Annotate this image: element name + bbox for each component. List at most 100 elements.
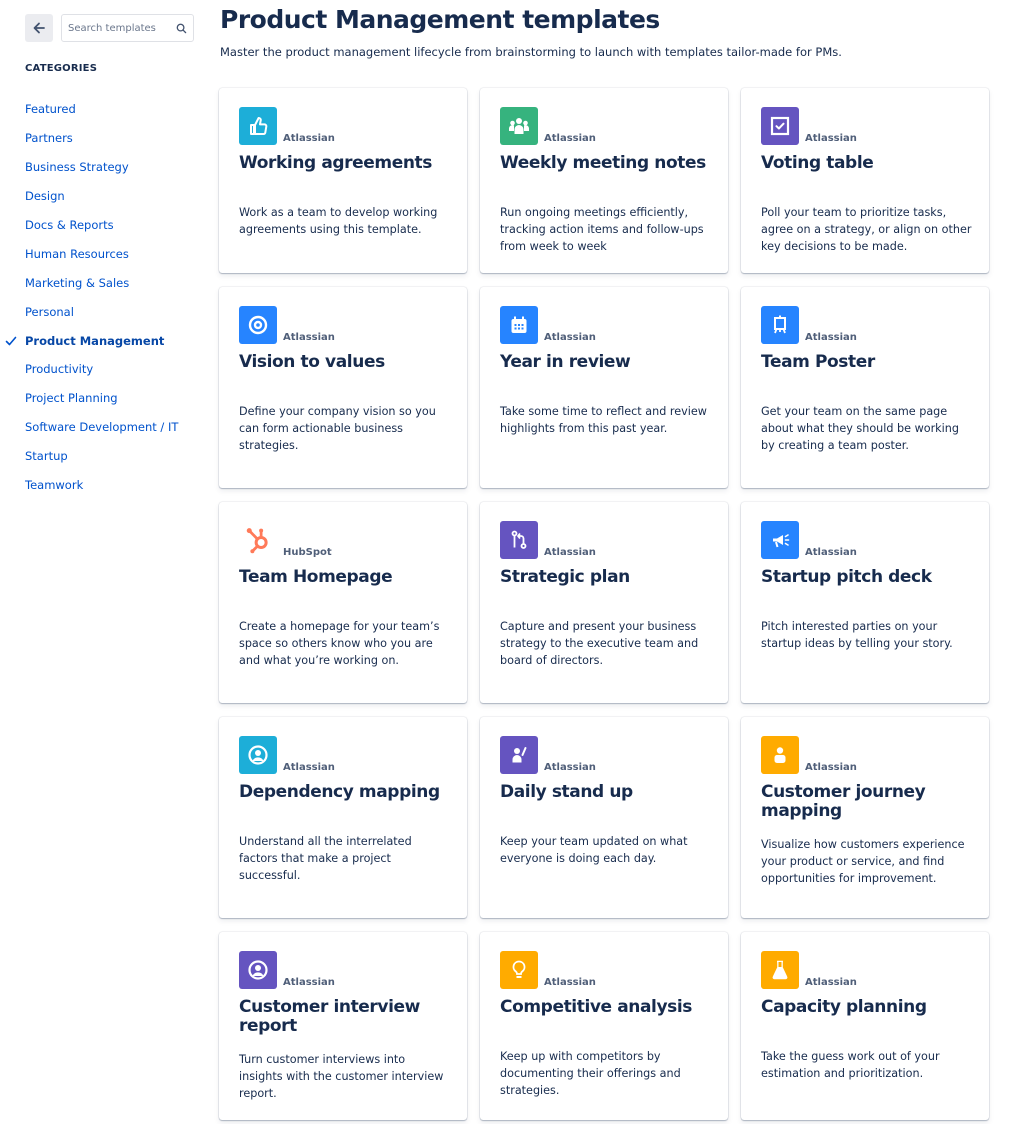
template-card-customer-interview-report[interactable]: Atlassian Customer interview report Turn c… (219, 932, 467, 1120)
template-vendor: Atlassian (544, 547, 596, 558)
sidebar-item-label: Design (25, 189, 65, 204)
sidebar-item-teamwork[interactable]: Teamwork (0, 471, 178, 500)
template-description: Define your company vision so you can fo… (239, 405, 436, 452)
back-button[interactable] (25, 14, 53, 42)
categories-heading: CATEGORIES (25, 63, 98, 74)
sidebar-item-label: Marketing & Sales (25, 275, 130, 290)
template-title: Vision to values (239, 352, 385, 372)
template-title: Strategic plan (500, 567, 630, 587)
template-card-strategic-plan[interactable]: Atlassian Strategic plan Capture and prese… (480, 502, 728, 703)
template-vendor: Atlassian (805, 332, 857, 343)
sidebar-item-label: Product Management (25, 333, 165, 348)
template-description: Get your team on the same page about wha… (761, 405, 959, 452)
template-description: Visualize how customers experience your … (761, 838, 965, 885)
template-description: Take the guess work out of your estimati… (761, 1050, 940, 1080)
sidebar-item-partners[interactable]: Partners (0, 124, 178, 153)
sidebar-item-personal[interactable]: Personal (0, 297, 178, 326)
template-title: Capacity planning (761, 997, 927, 1017)
template-card-customer-journey-mapping[interactable]: Atlassian Customer journey mapping Visuali… (741, 717, 989, 918)
thumbs-up-icon (239, 107, 277, 145)
person-wave-icon (500, 736, 538, 774)
checkmark-icon (5, 336, 17, 345)
template-description: Turn customer interviews into insights w… (239, 1053, 444, 1100)
sidebar-item-label: Personal (25, 304, 74, 319)
arrow-left-icon (33, 22, 45, 34)
template-vendor: Atlassian (805, 133, 857, 144)
template-vendor: Atlassian (805, 762, 857, 773)
template-card-vision-to-values[interactable]: Atlassian Vision to values Define your com… (219, 287, 467, 488)
person-circle-icon (239, 736, 277, 774)
branch-icon (500, 521, 538, 559)
template-card-year-in-review[interactable]: Atlassian Year in review Take some time to… (480, 287, 728, 488)
megaphone-icon (761, 521, 799, 559)
template-card-competitive-analysis[interactable]: Atlassian Competitive analysis Keep up wit… (480, 932, 728, 1120)
flask-icon (761, 951, 799, 989)
template-card-weekly-meeting-notes[interactable]: Atlassian Weekly meeting notes Run ongoing… (480, 88, 728, 273)
sidebar-item-project-planning[interactable]: Project Planning (0, 384, 178, 413)
sidebar-item-human-resources[interactable]: Human Resources (0, 239, 178, 268)
template-vendor: Atlassian (544, 762, 596, 773)
template-vendor: Atlassian (283, 332, 335, 343)
template-description: Poll your team to prioritize tasks, agre… (761, 206, 972, 253)
page-subtitle: Master the product management lifecycle … (220, 45, 842, 59)
sidebar-item-marketing-sales[interactable]: Marketing & Sales (0, 268, 178, 297)
template-title: Year in review (500, 352, 631, 372)
sidebar-item-productivity[interactable]: Productivity (0, 355, 178, 384)
template-description: Take some time to reflect and review hig… (500, 405, 707, 435)
template-title: Dependency mapping (239, 782, 440, 802)
search-input[interactable] (68, 22, 175, 34)
template-vendor: Atlassian (544, 977, 596, 988)
search-icon[interactable] (175, 22, 187, 34)
search-box[interactable] (61, 14, 194, 42)
sidebar-item-business-strategy[interactable]: Business Strategy (0, 153, 178, 182)
template-description: Pitch interested parties on your startup… (761, 620, 953, 650)
checkbox-icon (761, 107, 799, 145)
sidebar-item-software-development-it[interactable]: Software Development / IT (0, 413, 178, 442)
template-vendor: Atlassian (805, 547, 857, 558)
category-list: Featured Partners Business Strategy Design D… (0, 95, 178, 499)
sidebar-item-label: Business Strategy (25, 160, 129, 175)
template-card-team-poster[interactable]: Atlassian Team Poster Get your team on the… (741, 287, 989, 488)
template-description: Capture and present your business strate… (500, 620, 699, 667)
easel-icon (761, 306, 799, 344)
template-title: Weekly meeting notes (500, 153, 706, 173)
sidebar-item-label: Partners (25, 131, 73, 146)
template-card-voting-table[interactable]: Atlassian Voting table Poll your team to p… (741, 88, 989, 273)
template-title: Startup pitch deck (761, 567, 932, 587)
template-title: Working agreements (239, 153, 433, 173)
sidebar-item-featured[interactable]: Featured (0, 95, 178, 124)
template-title: Team Homepage (239, 567, 393, 587)
template-card-daily-stand-up[interactable]: Atlassian Daily stand up Keep your team up… (480, 717, 728, 918)
template-description: Work as a team to develop working agreem… (239, 206, 438, 236)
template-title: Customer journey mapping (761, 782, 926, 821)
template-card-working-agreements[interactable]: Atlassian Working agreements Work as a tea… (219, 88, 467, 273)
template-title: Team Poster (761, 352, 875, 372)
template-description: Keep up with competitors by documenting … (500, 1050, 681, 1097)
template-vendor: Atlassian (283, 762, 335, 773)
template-title: Competitive analysis (500, 997, 693, 1017)
sidebar-item-startup[interactable]: Startup (0, 442, 178, 471)
template-description: Create a homepage for your team’s space … (239, 620, 440, 667)
sidebar-item-label: Productivity (25, 362, 94, 377)
template-description: Understand all the interrelated factors … (239, 835, 412, 882)
sidebar-item-docs-reports[interactable]: Docs & Reports (0, 211, 178, 240)
template-card-startup-pitch-deck[interactable]: Atlassian Startup pitch deck Pitch interes… (741, 502, 989, 703)
lightbulb-icon (500, 951, 538, 989)
person-circle-icon (239, 951, 277, 989)
template-card-team-homepage[interactable]: HubSpot Team Homepage Create a homepage fo… (219, 502, 467, 703)
template-card-capacity-planning[interactable]: Atlassian Capacity planning Take the guess… (741, 932, 989, 1120)
sidebar-item-label: Teamwork (25, 478, 84, 493)
page-title: Product Management templates (220, 5, 660, 34)
template-description: Run ongoing meetings efficiently, tracki… (500, 206, 704, 253)
template-vendor: Atlassian (544, 133, 596, 144)
sidebar-item-product-management[interactable]: Product Management (0, 326, 178, 355)
template-vendor: HubSpot (283, 547, 332, 558)
template-title: Voting table (761, 153, 874, 173)
hubspot-icon (239, 521, 277, 559)
eye-icon (239, 306, 277, 344)
template-vendor: Atlassian (283, 977, 335, 988)
template-card-dependency-mapping[interactable]: Atlassian Dependency mapping Understand al… (219, 717, 467, 918)
sidebar-item-label: Startup (25, 449, 68, 464)
sidebar-item-design[interactable]: Design (0, 182, 178, 211)
team-icon (500, 107, 538, 145)
